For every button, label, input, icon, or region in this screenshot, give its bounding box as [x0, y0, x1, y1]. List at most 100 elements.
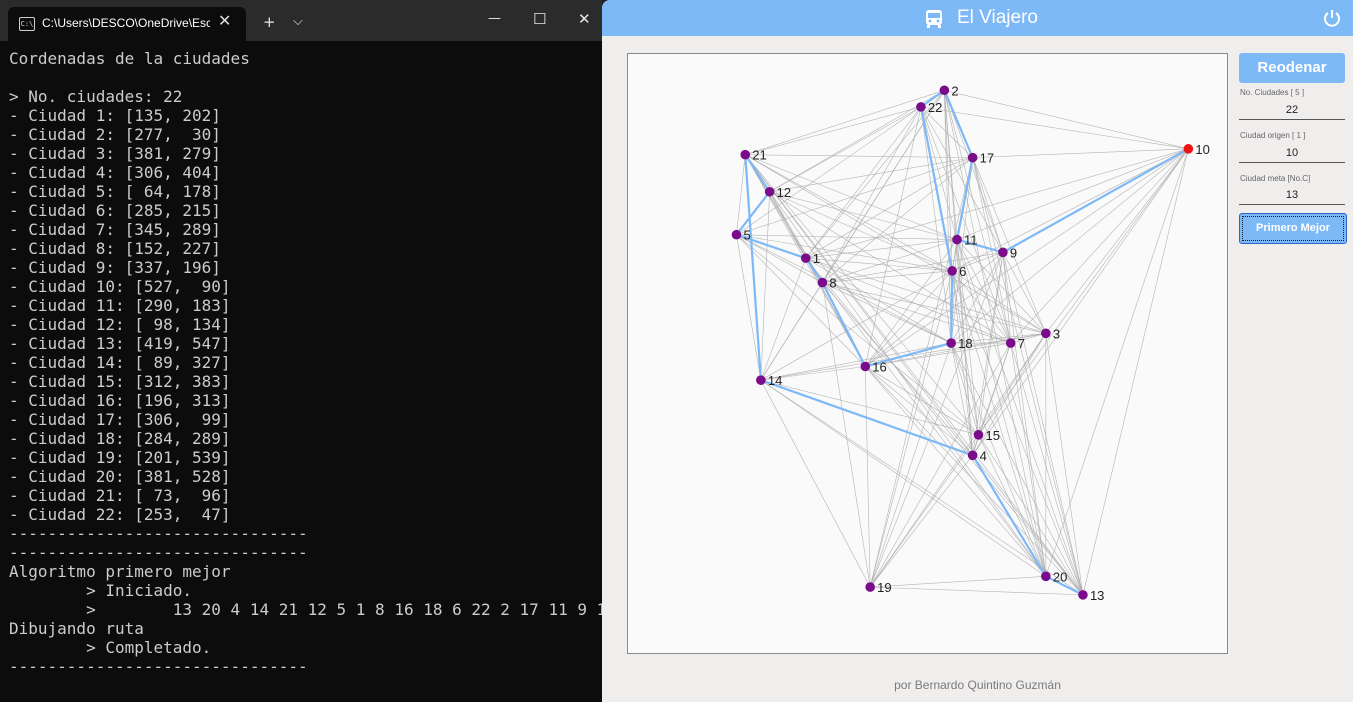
graph-edge [745, 154, 973, 158]
city-label: 11 [964, 233, 978, 248]
graph-edge [1002, 252, 1084, 595]
graph-edge [865, 366, 973, 456]
city-marker [952, 234, 962, 245]
origin-city-field[interactable]: 10 [1239, 145, 1345, 163]
route-segment [735, 191, 771, 236]
terminal-tab-title: C:\Users\DESCO\OneDrive\Esc [42, 16, 210, 30]
reorder-button[interactable]: Reodenar [1239, 53, 1345, 83]
graph-edge [978, 342, 1012, 435]
graph-edge [920, 106, 1004, 253]
city-marker [947, 266, 957, 276]
terminal-window[interactable]: C:\ C:\Users\DESCO\OneDrive\Esc ✕ + ⌵ — … [0, 0, 616, 702]
terminal-line: - Ciudad 22: [253, 47] [9, 505, 231, 524]
graph-edge [950, 148, 1189, 344]
terminal-line: - Ciudad 10: [527, 90] [9, 277, 231, 296]
graph-edge [978, 434, 1047, 577]
terminal-line: - Ciudad 6: [285, 215] [9, 201, 221, 220]
map-canvas[interactable]: 1 2 3 4 5 6 7 8 9 10 11 12 13 14 15 16 17 18 19 20 21 22 [627, 53, 1228, 654]
city-marker [731, 229, 742, 240]
tab-close-icon[interactable]: ✕ [218, 11, 231, 30]
route-segment [744, 154, 762, 381]
terminal-line: - Ciudad 19: [201, 539] [9, 448, 231, 467]
terminal-line: - Ciudad 17: [306, 99] [9, 410, 231, 429]
best-first-button[interactable]: Primero Mejor [1239, 213, 1347, 244]
terminal-line: > No. ciudades: 22 [9, 87, 183, 106]
goal-city-label: Ciudad meta [No.C] [1240, 174, 1311, 183]
graph-edge [760, 191, 770, 381]
city-label: 17 [980, 151, 994, 166]
terminal-line: - Ciudad 12: [ 98, 134] [9, 315, 231, 334]
minimize-button[interactable]: — [488, 11, 501, 26]
app-window: El Viajero 1 2 3 4 5 6 7 8 9 10 11 12 13 14 15 16 17 18 19… [602, 0, 1353, 702]
graph-edge [822, 252, 1003, 283]
city-label: 7 [1018, 336, 1025, 351]
terminal-line: - Ciudad 20: [381, 528] [9, 467, 231, 486]
graph-edge [822, 106, 922, 283]
terminal-line: - Ciudad 3: [381, 279] [9, 144, 221, 163]
city-marker [764, 186, 775, 197]
city-marker [756, 375, 766, 385]
city-label: 10 [1195, 142, 1209, 157]
terminal-line: - Ciudad 1: [135, 202] [9, 106, 221, 125]
city-label: 6 [959, 264, 966, 279]
terminal-line: ------------------------------- [9, 657, 308, 676]
city-label: 22 [928, 100, 942, 115]
graph-edge [745, 89, 945, 155]
terminal-output[interactable]: Cordenadas de la ciudades > No. ciudades… [9, 49, 616, 676]
graph-edge [769, 191, 1011, 344]
tab-dropdown-icon[interactable]: ⌵ [293, 14, 303, 29]
graph-edge [1002, 252, 1047, 334]
terminal-line: - Ciudad 7: [345, 289] [9, 220, 221, 239]
terminal-line: - Ciudad 2: [277, 30] [9, 125, 221, 144]
graph-edge [736, 154, 746, 235]
app-titlebar: El Viajero [602, 0, 1353, 36]
city-label: 5 [743, 228, 750, 243]
city-marker [860, 361, 871, 372]
city-marker [967, 450, 978, 461]
new-tab-button[interactable]: + [263, 13, 276, 31]
city-label: 20 [1053, 569, 1067, 584]
graph-edge [865, 366, 979, 436]
city-marker [1041, 571, 1051, 582]
terminal-tab[interactable]: C:\ C:\Users\DESCO\OneDrive\Esc ✕ [8, 7, 246, 41]
graph-edge [805, 239, 958, 259]
terminal-titlebar[interactable]: C:\ C:\Users\DESCO\OneDrive\Esc ✕ + ⌵ — … [0, 0, 602, 41]
city-marker [740, 149, 751, 160]
graph-edge [869, 333, 1047, 588]
origin-city-label: Ciudad origen [ 1 ] [1240, 131, 1306, 140]
terminal-line: - Ciudad 14: [ 89, 327] [9, 353, 231, 372]
terminal-line: > Iniciado. [9, 581, 193, 600]
close-button[interactable]: ✕ [578, 10, 591, 28]
terminal-line: - Ciudad 5: [ 64, 178] [9, 182, 221, 201]
city-marker [967, 152, 978, 163]
terminal-line: - Ciudad 9: [337, 196] [9, 258, 221, 277]
terminal-line: - Ciudad 11: [290, 183] [9, 296, 231, 315]
city-marker [1183, 144, 1194, 154]
city-marker [817, 277, 828, 288]
terminal-line: Algoritmo primero mejor [9, 562, 231, 581]
city-label: 15 [986, 428, 1000, 443]
graph-edge [869, 434, 979, 588]
maximize-button[interactable]: ☐ [533, 10, 546, 28]
graph-edge [865, 148, 1189, 367]
graph-edge [1045, 148, 1189, 577]
graph-edge [972, 148, 1189, 456]
terminal-line: ------------------------------- [9, 543, 308, 562]
terminal-icon: C:\ [19, 17, 35, 31]
route-segment [1002, 147, 1189, 254]
cities-count-field[interactable]: 22 [1239, 102, 1345, 120]
city-marker [916, 102, 926, 112]
city-marker [939, 85, 950, 96]
city-label: 3 [1053, 326, 1060, 341]
graph-edge [869, 252, 1004, 588]
city-label: 18 [958, 336, 972, 351]
graph-edge [978, 148, 1189, 435]
city-marker [1078, 590, 1088, 600]
route-segment [950, 270, 954, 344]
goal-city-field[interactable]: 13 [1239, 187, 1345, 205]
city-label: 19 [877, 580, 891, 595]
power-icon[interactable] [1322, 8, 1342, 28]
graph-edge [869, 455, 973, 588]
city-label: 8 [829, 276, 836, 291]
